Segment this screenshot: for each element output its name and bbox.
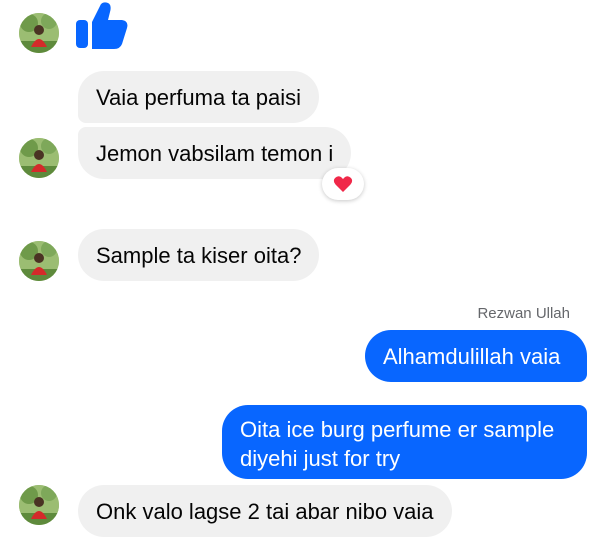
heart-icon: [333, 176, 353, 192]
outgoing-message[interactable]: Alhamdulillah vaia: [365, 330, 587, 382]
incoming-message[interactable]: Onk valo lagse 2 tai abar nibo vaia: [78, 485, 452, 537]
message-text-line: Oita ice burg perfume er sample: [240, 417, 555, 442]
incoming-message[interactable]: Vaia perfuma ta paisi: [78, 71, 320, 123]
outgoing-message[interactable]: Oita ice burg perfume er sample diyehi j…: [222, 405, 587, 479]
message-text: Onk valo lagse 2 tai abar nibo vaia: [96, 498, 434, 524]
message-text: Vaia perfuma ta paisi: [96, 84, 302, 110]
incoming-message[interactable]: Sample ta kiser oita?: [78, 229, 320, 281]
contact-avatar[interactable]: [19, 485, 59, 525]
message-text-line: diyehi just for try: [240, 446, 401, 471]
thumbs-up-icon[interactable]: [74, 0, 130, 57]
contact-avatar[interactable]: [19, 138, 59, 178]
contact-avatar[interactable]: [19, 241, 59, 281]
incoming-message[interactable]: Jemon vabsilam temon i: [78, 127, 352, 179]
contact-avatar[interactable]: [19, 13, 59, 53]
sender-name-label: Rezwan Ullah: [477, 305, 570, 322]
message-text: Jemon vabsilam temon i: [96, 140, 334, 166]
message-reaction[interactable]: [322, 168, 364, 200]
message-text: Sample ta kiser oita?: [96, 242, 302, 268]
message-text: Alhamdulillah vaia: [383, 343, 561, 369]
